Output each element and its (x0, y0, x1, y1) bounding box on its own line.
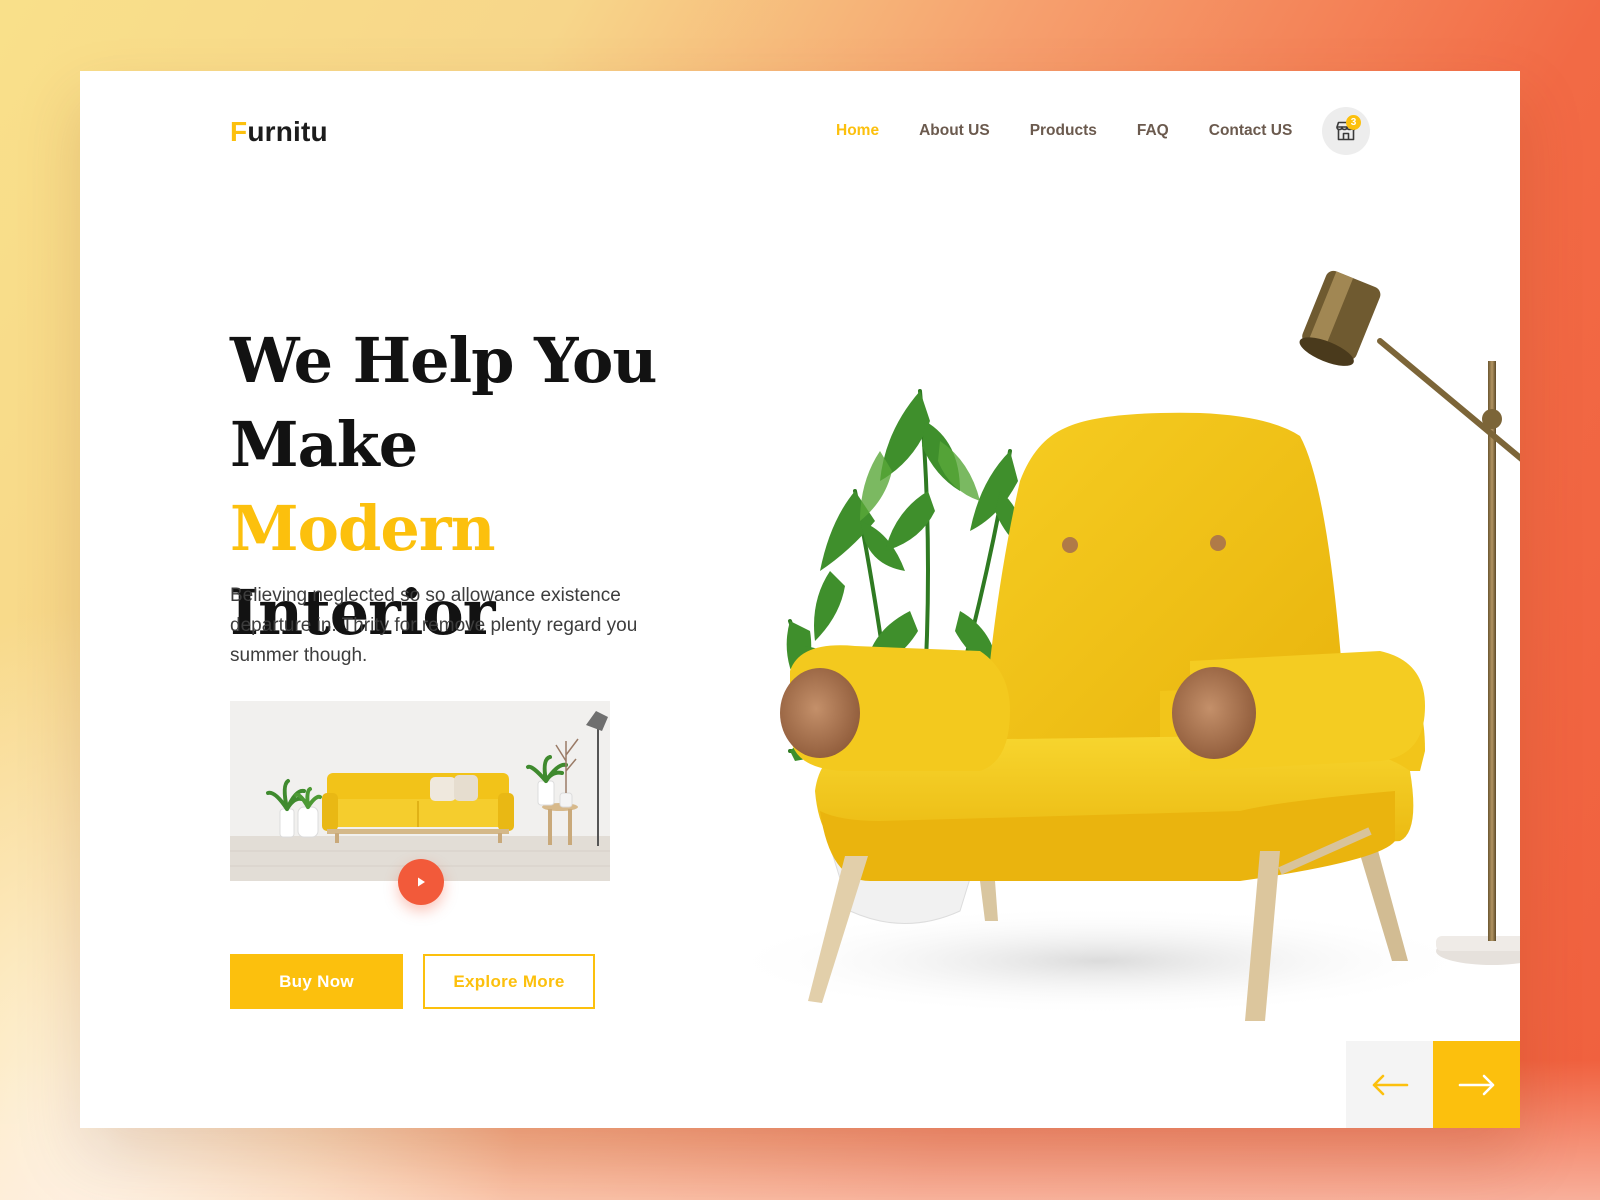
headline-line-1: We Help You (230, 324, 657, 397)
logo-initial: F (230, 116, 248, 147)
arrow-left-icon (1372, 1074, 1408, 1095)
nav-item-home[interactable]: Home (836, 121, 879, 141)
nav-item-about[interactable]: About US (919, 121, 990, 141)
headline-line-2-start: Make (230, 408, 418, 481)
play-button[interactable] (398, 859, 444, 905)
cart-button[interactable]: 3 (1322, 107, 1370, 155)
landing-card: Furnitu Home About US Products FAQ Conta… (80, 71, 1520, 1128)
arrow-right-icon (1458, 1074, 1494, 1095)
armchair-illustration (720, 270, 1520, 1021)
cart-count-badge: 3 (1346, 115, 1361, 130)
main-nav: Home About US Products FAQ Contact US (836, 121, 1332, 141)
living-room-illustration (230, 701, 610, 881)
hero-description: Believing neglected so so allowance exis… (230, 585, 638, 666)
explore-more-button[interactable]: Explore More (423, 954, 595, 1009)
logo-text: urnitu (247, 116, 328, 147)
brand-logo[interactable]: Furnitu (230, 116, 328, 148)
headline-accent: Modern (230, 492, 496, 565)
slider-next-button[interactable] (1433, 1041, 1520, 1128)
buy-now-button[interactable]: Buy Now (230, 954, 403, 1009)
slider-prev-button[interactable] (1346, 1041, 1433, 1128)
nav-item-faq[interactable]: FAQ (1137, 121, 1169, 141)
video-thumbnail[interactable] (230, 701, 610, 881)
play-icon (418, 877, 425, 887)
nav-item-contact[interactable]: Contact US (1209, 121, 1293, 141)
nav-item-products[interactable]: Products (1030, 121, 1097, 141)
